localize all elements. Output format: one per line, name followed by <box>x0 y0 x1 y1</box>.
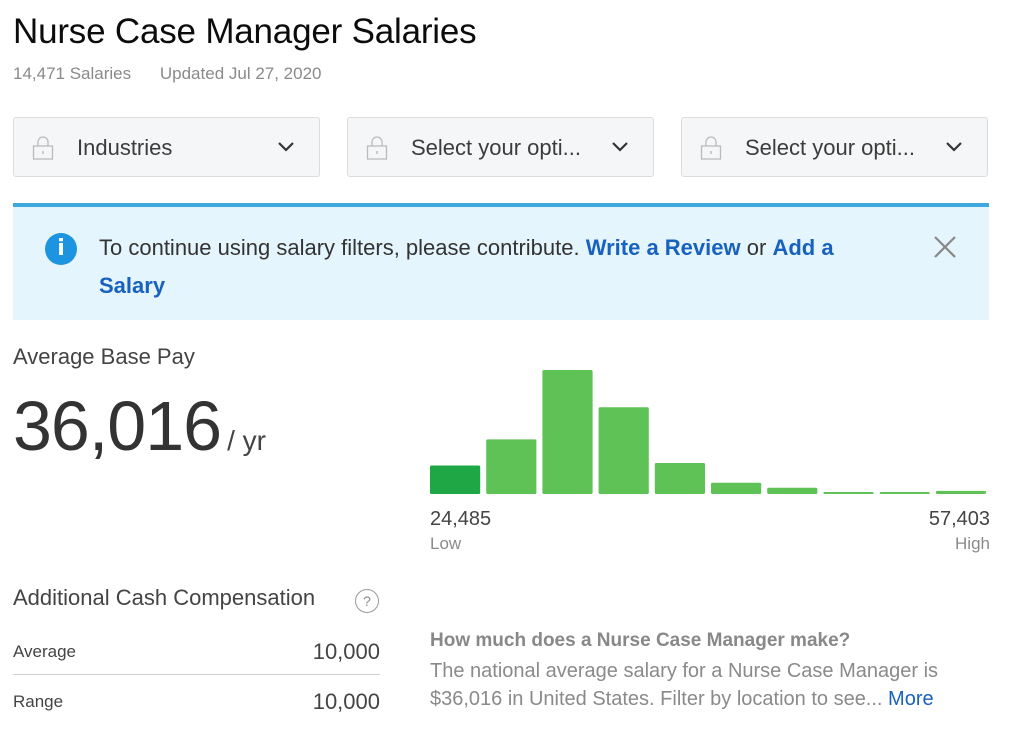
low-label: Low <box>430 534 462 553</box>
filter-label: Select your opti... <box>745 135 915 160</box>
comp-row-range: Range 10,000 <box>13 689 380 720</box>
base-pay-value: 36,016/ yr <box>13 386 266 466</box>
histogram-bar <box>430 465 481 494</box>
close-icon[interactable] <box>933 235 957 264</box>
write-review-link[interactable]: Write a Review <box>586 235 741 260</box>
page-title: Nurse Case Manager Salaries <box>13 12 477 51</box>
comp-row-label: Average <box>13 642 77 661</box>
chevron-down-icon <box>945 140 963 158</box>
contribute-banner: i To continue using salary filters, plea… <box>13 203 989 320</box>
faq-answer-text: The national average salary for a Nurse … <box>430 660 939 710</box>
comp-row-label: Range <box>13 692 64 711</box>
low-value: 24,485 <box>430 508 492 530</box>
histogram-bar <box>486 439 537 494</box>
lock-icon <box>366 135 388 166</box>
histogram-bar <box>879 492 930 494</box>
histogram-bar <box>823 492 874 494</box>
salary-histogram <box>430 370 986 494</box>
filter-industries[interactable]: Industries <box>13 117 320 177</box>
histogram-bar <box>767 487 818 494</box>
more-link[interactable]: More <box>888 688 934 710</box>
comp-row-value: 10,000 <box>312 689 380 714</box>
banner-message: To continue using salary filters, please… <box>99 229 879 305</box>
histogram-bar <box>935 490 986 494</box>
comp-row-value: 10,000 <box>312 639 380 664</box>
base-pay-unit: / yr <box>227 425 266 456</box>
help-icon[interactable]: ? <box>355 589 379 613</box>
chevron-down-icon <box>277 140 295 158</box>
divider <box>13 674 380 675</box>
histogram-bar <box>711 482 762 494</box>
updated-date: Updated Jul 27, 2020 <box>159 64 322 83</box>
high-label: High <box>955 534 990 553</box>
lock-icon <box>700 135 722 166</box>
filter-option-2[interactable]: Select your opti... <box>347 117 654 177</box>
faq-question: How much does a Nurse Case Manager make? <box>430 630 851 651</box>
base-pay-amount: 36,016 <box>13 387 222 465</box>
lock-icon <box>32 135 54 166</box>
high-value: 57,403 <box>928 508 990 530</box>
filter-option-3[interactable]: Select your opti... <box>681 117 988 177</box>
banner-connector: or <box>746 235 767 260</box>
banner-text: To continue using salary filters, please… <box>99 235 580 260</box>
faq-answer: The national average salary for a Nurse … <box>430 657 990 713</box>
histogram-bar <box>598 407 649 494</box>
filter-label: Select your opti... <box>411 135 581 160</box>
histogram-bar <box>654 463 705 494</box>
page-meta: 14,471 Salaries Updated Jul 27, 2020 <box>13 64 322 84</box>
filter-label: Industries <box>77 135 173 160</box>
additional-comp-title: Additional Cash Compensation <box>13 585 316 610</box>
base-pay-label: Average Base Pay <box>13 344 195 369</box>
info-icon: i <box>45 233 77 265</box>
chevron-down-icon <box>611 140 629 158</box>
salary-count: 14,471 Salaries <box>13 64 132 83</box>
histogram-bar <box>542 370 593 494</box>
comp-row-average: Average 10,000 <box>13 639 380 670</box>
